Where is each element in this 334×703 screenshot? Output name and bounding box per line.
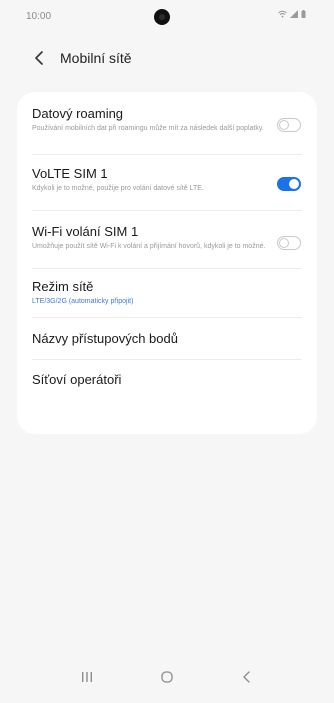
battery-icon — [301, 10, 306, 18]
wifi-icon — [278, 10, 287, 18]
back-icon[interactable] — [240, 670, 254, 684]
setting-description: Umožňuje použít sítě Wi-Fi k volání a př… — [32, 243, 266, 250]
app-bar: Mobilní sítě — [0, 40, 334, 76]
setting-title: Datový roaming — [32, 106, 124, 121]
home-icon[interactable] — [160, 670, 174, 684]
navigation-bar — [0, 660, 334, 703]
chevron-left-icon[interactable] — [30, 48, 50, 68]
setting-description: Používání mobilních dat při roamingu můž… — [32, 125, 264, 132]
setting-wifi-calling-sim1[interactable]: Wi-Fi volání SIM 1 Umožňuje použít sítě … — [17, 211, 317, 268]
data-roaming-toggle[interactable] — [277, 118, 301, 132]
setting-network-mode[interactable]: Režim sítě LTE/3G/2G (automaticky připoj… — [17, 269, 317, 317]
setting-volte-sim1[interactable]: VoLTE SIM 1 Kdykoli je to možné, použije… — [17, 155, 317, 210]
setting-data-roaming[interactable]: Datový roaming Používání mobilních dat p… — [17, 92, 317, 154]
status-bar: 10:00 — [0, 0, 334, 28]
setting-title: Názvy přístupových bodů — [32, 331, 178, 346]
front-camera-icon — [154, 9, 170, 25]
setting-access-point-names[interactable]: Názvy přístupových bodů — [17, 318, 317, 359]
setting-title: Síťoví operátoři — [32, 372, 122, 387]
status-time: 10:00 — [26, 11, 52, 22]
setting-title: VoLTE SIM 1 — [32, 166, 108, 181]
volte-toggle[interactable] — [277, 177, 301, 191]
setting-title: Režim sítě — [32, 279, 94, 294]
status-icons — [278, 10, 306, 18]
recents-icon[interactable] — [80, 670, 94, 684]
page-title: Mobilní sítě — [60, 50, 132, 66]
setting-description: Kdykoli je to možné, použije pro volání … — [32, 185, 204, 192]
settings-card: Datový roaming Používání mobilních dat p… — [17, 92, 317, 434]
setting-title: Wi-Fi volání SIM 1 — [32, 224, 139, 239]
signal-icon — [290, 10, 298, 18]
wifi-calling-toggle[interactable] — [277, 236, 301, 250]
setting-network-operators[interactable]: Síťoví operátoři — [17, 360, 317, 400]
setting-value: LTE/3G/2G (automaticky připojit) — [32, 298, 134, 305]
